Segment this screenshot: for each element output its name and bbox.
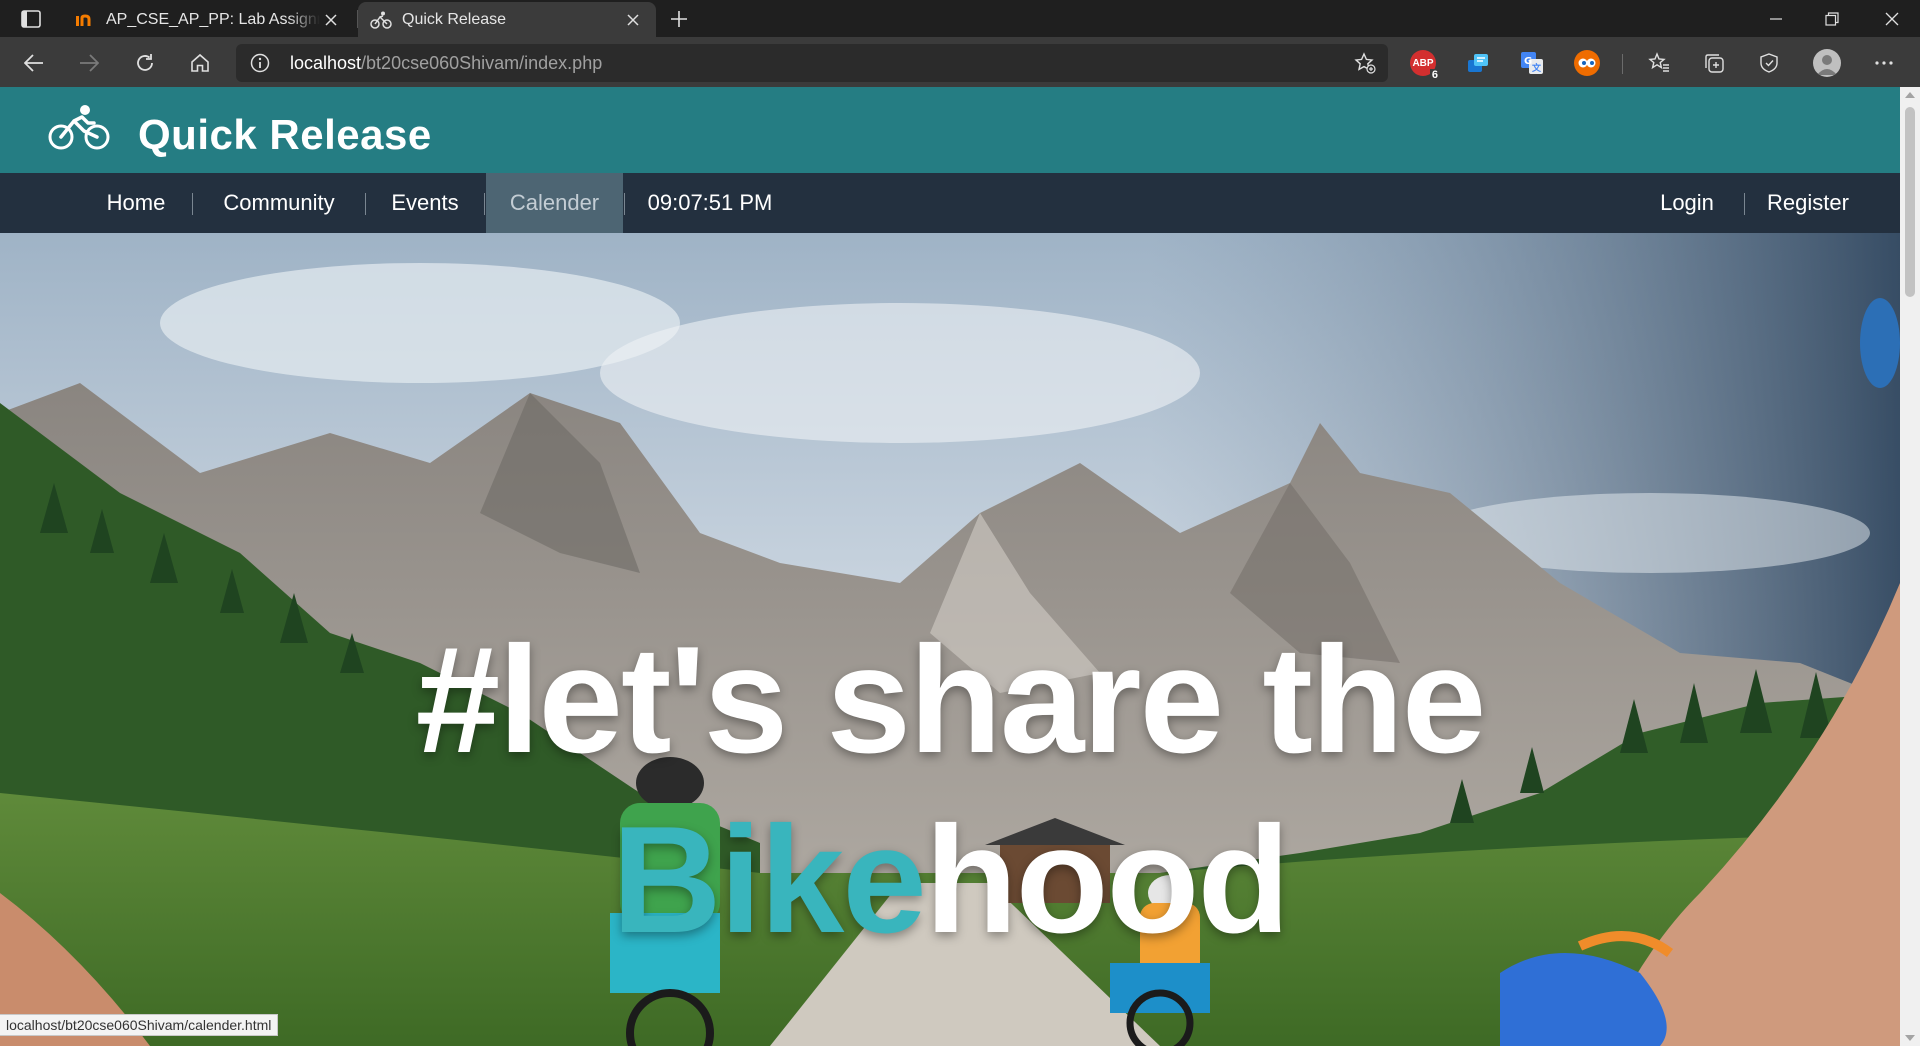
tab-actions-icon[interactable] (14, 6, 48, 32)
nav-clock: 09:07:51 PM (647, 190, 773, 215)
new-tab-button[interactable] (664, 4, 694, 34)
page-viewport: Quick Release Home Community Events Cale… (0, 87, 1900, 1046)
nav-divider (484, 193, 485, 215)
tab-title: AP_CSE_AP_PP: Lab Assignment (106, 10, 320, 28)
cyclist-logo-icon[interactable] (48, 103, 110, 151)
browser-toolbar: localhost/bt20cse060Shivam/index.php ABP… (0, 37, 1920, 87)
back-arrow-icon (24, 54, 43, 72)
nav-divider (365, 193, 366, 215)
svg-text:文: 文 (1531, 62, 1542, 74)
status-url-bubble: localhost/bt20cse060Shivam/calender.html (0, 1014, 279, 1036)
collections-button[interactable] (1696, 45, 1732, 81)
svg-text:G: G (1524, 56, 1532, 67)
nav-calender[interactable]: Calender (486, 173, 623, 233)
close-tab-icon[interactable] (320, 9, 342, 31)
nav-login[interactable]: Login (1642, 173, 1732, 233)
hero-rest-word: hood (924, 795, 1290, 965)
tab-quick-release[interactable]: Quick Release (358, 2, 656, 37)
hero-banner: #let's share the Bikehood (0, 233, 1900, 1046)
add-favorite-button[interactable] (1352, 50, 1378, 76)
star-add-icon (1354, 52, 1376, 74)
info-icon[interactable] (250, 53, 270, 73)
plus-icon (671, 11, 687, 27)
minimize-icon (1770, 17, 1782, 20)
scroll-up-icon[interactable] (1905, 92, 1915, 98)
back-button[interactable] (16, 45, 52, 81)
tab-title: Quick Release (402, 10, 507, 28)
more-icon (1875, 61, 1893, 65)
nav-divider (1744, 193, 1745, 215)
main-nav: Home Community Events Calender 09:07:51 … (0, 173, 1900, 233)
scroll-thumb[interactable] (1905, 107, 1915, 297)
favorites-icon (1648, 52, 1669, 72)
close-window-button[interactable] (1864, 0, 1920, 37)
refresh-button[interactable] (127, 45, 163, 81)
copy-extension-icon[interactable] (1465, 50, 1491, 76)
home-button[interactable] (182, 45, 218, 81)
heart-shield-icon (1760, 53, 1778, 73)
home-icon (191, 53, 209, 72)
minimize-button[interactable] (1748, 0, 1804, 37)
nav-community[interactable]: Community (205, 173, 353, 233)
hero-subheadline: Bikehood (0, 793, 1900, 968)
refresh-icon (137, 54, 153, 71)
page-scrollbar[interactable] (1900, 87, 1920, 1046)
settings-more-button[interactable] (1866, 45, 1902, 81)
user-icon (1817, 55, 1837, 75)
tab-strip: AP_CSE_AP_PP: Lab Assignment Quick Relea… (0, 0, 1920, 37)
profile-avatar[interactable] (1813, 49, 1841, 77)
site-header: Quick Release (0, 87, 1900, 173)
nav-divider (624, 193, 625, 215)
scroll-down-icon[interactable] (1905, 1035, 1915, 1041)
performance-button[interactable] (1751, 45, 1787, 81)
eyes-extension-icon[interactable] (1574, 50, 1600, 76)
hero-accent-word: Bike (611, 795, 927, 965)
forward-button[interactable] (71, 45, 107, 81)
restore-button[interactable] (1804, 0, 1860, 37)
nav-events[interactable]: Events (378, 173, 472, 233)
hero-headline: #let's share the (415, 615, 1487, 785)
nav-register[interactable]: Register (1756, 173, 1860, 233)
close-icon (1885, 12, 1899, 25)
nav-divider (192, 193, 193, 215)
tab-lab-assignment[interactable]: AP_CSE_AP_PP: Lab Assignment (62, 2, 354, 37)
address-bar[interactable]: localhost/bt20cse060Shivam/index.php (236, 44, 1388, 82)
restore-icon (1825, 11, 1839, 26)
collections-icon (1705, 54, 1724, 73)
adblock-icon[interactable]: ABP 6 (1410, 50, 1440, 81)
nav-home[interactable]: Home (92, 173, 180, 233)
forward-arrow-icon (80, 54, 99, 72)
toolbar-divider (1622, 54, 1623, 74)
cyclist-icon (370, 10, 392, 30)
url-text[interactable]: localhost/bt20cse060Shivam/index.php (290, 53, 602, 74)
translate-icon[interactable]: G文 (1519, 50, 1545, 76)
close-tab-icon[interactable] (622, 9, 644, 31)
in-logo-icon (74, 10, 96, 30)
site-title[interactable]: Quick Release (138, 111, 432, 159)
favorites-button[interactable] (1641, 45, 1677, 81)
